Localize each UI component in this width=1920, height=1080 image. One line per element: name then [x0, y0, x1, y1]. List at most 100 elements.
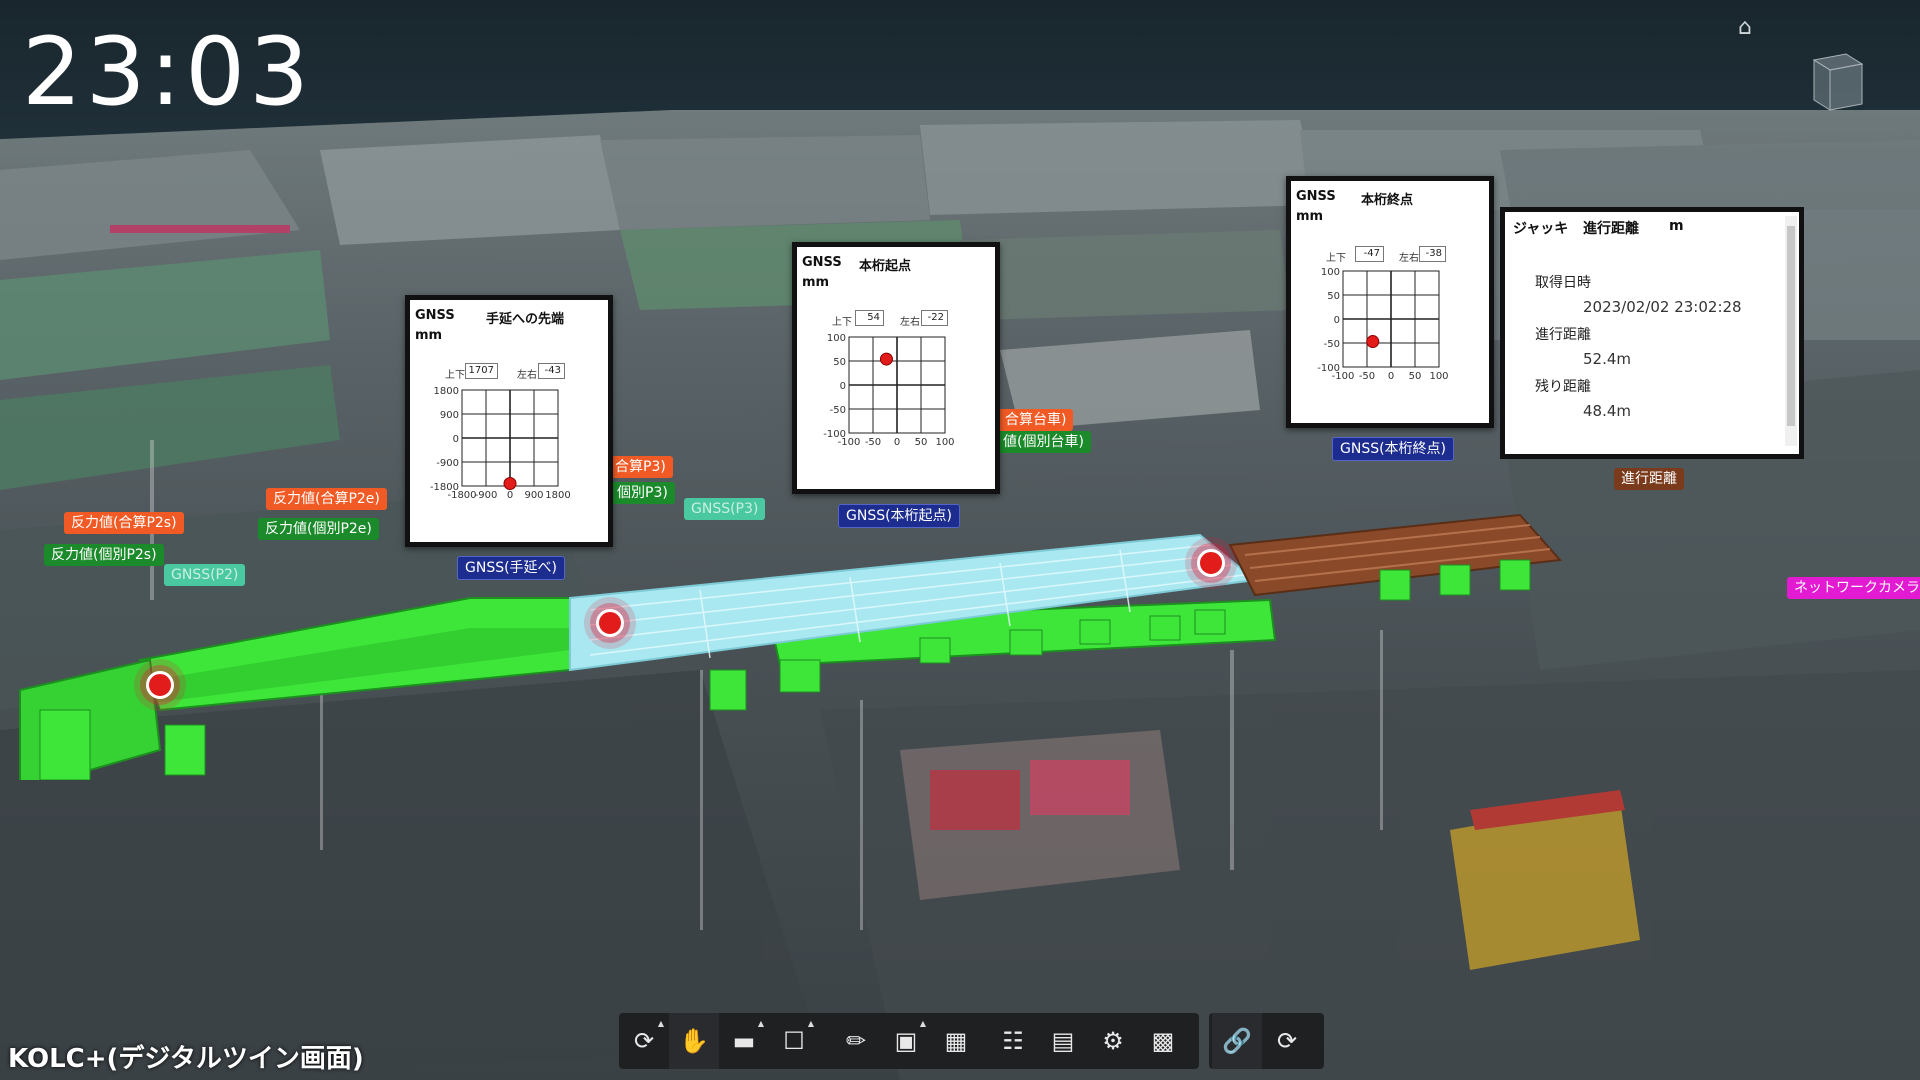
- gnss-marker-end[interactable]: [1197, 549, 1225, 577]
- y-tick-label: 50: [1327, 291, 1340, 302]
- acquired-value: 2023/02/02 23:02:28: [1583, 298, 1742, 316]
- acquired-label: 取得日時: [1535, 275, 1591, 291]
- x-tick-label: 0: [894, 437, 900, 448]
- gnss-panel-end[interactable]: GNSS 本桁終点 mm 上下 -47 左右 -38 100 50 0 -50 -100…: [1286, 176, 1494, 428]
- y-tick-label: 50: [833, 357, 846, 368]
- x-tick-label: -1800: [447, 490, 476, 501]
- clock: 23:03: [22, 18, 313, 127]
- camera-icon[interactable]: ▬ ▲: [719, 1013, 769, 1069]
- x-tick-label: -50: [1359, 371, 1375, 382]
- distance-value: 52.4m: [1583, 350, 1632, 368]
- panel-source: GNSS: [1296, 189, 1336, 204]
- panel-unit: mm: [802, 275, 830, 290]
- link-icon[interactable]: 🔗: [1212, 1013, 1262, 1069]
- y-tick-label: 100: [1321, 267, 1340, 278]
- deviation-chart-end: 100500-50-100-100 -50 0 50 100: [1317, 267, 1448, 382]
- measure-ruler-icon[interactable]: ✏: [831, 1013, 881, 1069]
- tag-network-camera[interactable]: ネットワークカメラ: [1787, 577, 1920, 599]
- panel-scrollbar-thumb[interactable]: [1787, 226, 1795, 426]
- panel-unit: mm: [1296, 209, 1324, 224]
- 3d-viewport[interactable]: 反力値(合算P2s) 反力値(個別P2s) GNSS(P2) 反力値(合算P2e…: [0, 0, 1920, 1080]
- zoom-region-icon[interactable]: ☐ ▲: [769, 1013, 819, 1069]
- y-tick-label: 100: [827, 333, 846, 344]
- model-tree-icon[interactable]: ☷: [988, 1013, 1038, 1069]
- x-tick-label: 0: [1388, 371, 1394, 382]
- y-tick-label: -50: [830, 405, 846, 416]
- lr-value: -38: [1419, 246, 1446, 262]
- deviation-point: [879, 352, 893, 366]
- distance-label: 進行距離: [1535, 327, 1591, 343]
- deviation-chart-start: 100500-50-100-100 -50 0 50 100: [823, 333, 954, 448]
- tag-cart-indiv[interactable]: 値(個別台車): [996, 431, 1091, 453]
- ud-label: 上下: [832, 317, 852, 328]
- panel-title: 手延への先端: [486, 312, 565, 327]
- x-tick-label: -100: [1332, 371, 1355, 382]
- orbit-icon[interactable]: ⟳ ▲: [619, 1013, 669, 1069]
- gnss-panel-start[interactable]: GNSS 本桁起点 mm 上下 54 左右 -22 100 50 0 -50 -100-…: [792, 242, 1000, 494]
- tag-p2e-indiv[interactable]: 反力値(個別P2e): [258, 518, 379, 540]
- jack-title: ジャッキ: [1513, 221, 1569, 237]
- lr-label: 左右: [1399, 253, 1419, 264]
- remaining-label: 残り距離: [1535, 379, 1591, 395]
- tag-cart-total[interactable]: 合算台車): [998, 409, 1074, 431]
- lr-label: 左右: [517, 370, 537, 381]
- settings-gear-icon[interactable]: ⚙: [1088, 1013, 1138, 1069]
- ud-value: -47: [1355, 246, 1384, 262]
- fullscreen-icon[interactable]: ▩: [1138, 1013, 1188, 1069]
- ud-value: 54: [855, 310, 884, 326]
- tag-gnss-tenen[interactable]: GNSS(手延べ): [457, 556, 566, 580]
- x-tick-label: 0: [507, 490, 513, 501]
- deviation-point: [1366, 335, 1380, 349]
- explode-model-icon[interactable]: ▦: [931, 1013, 981, 1069]
- y-tick-label: 0: [1334, 315, 1340, 326]
- toolbar-group-nav: ⟳ ▲ ✋ ▬ ▲ ☐ ▲: [619, 1013, 819, 1069]
- panel-source: GNSS: [802, 255, 842, 270]
- x-tick-label: -50: [865, 437, 881, 448]
- tag-jack-distance[interactable]: 進行距離: [1614, 468, 1684, 490]
- ud-label: 上下: [1326, 253, 1346, 264]
- lr-value: -43: [538, 363, 565, 379]
- tag-p3-indiv[interactable]: 個別P3): [610, 482, 675, 504]
- lr-value: -22: [921, 310, 948, 326]
- tag-gnss-p3[interactable]: GNSS(P3): [684, 498, 766, 520]
- tag-gnss-end[interactable]: GNSS(本桁終点): [1332, 437, 1455, 461]
- section-box-icon[interactable]: ▣ ▲: [881, 1013, 931, 1069]
- x-tick-label: 50: [915, 437, 928, 448]
- panel-unit: mm: [415, 328, 443, 343]
- y-tick-label: -50: [1324, 339, 1340, 350]
- toolbar-group-tools: ✏ ▣ ▲ ▦: [831, 1013, 981, 1069]
- x-tick-label: 50: [1409, 371, 1422, 382]
- home-icon[interactable]: ⌂: [1733, 16, 1757, 40]
- tag-gnss-p2[interactable]: GNSS(P2): [164, 564, 246, 586]
- x-tick-label: 100: [1429, 371, 1448, 382]
- pan-hand-icon[interactable]: ✋: [669, 1013, 719, 1069]
- screen-caption: KOLC+(デジタルツイン画面): [8, 1044, 364, 1074]
- panel-title: 本桁起点: [859, 259, 912, 274]
- tag-p2e-total[interactable]: 反力値(合算P2e): [266, 488, 387, 510]
- y-tick-label: 900: [440, 410, 459, 421]
- jack-subtitle: 進行距離: [1583, 221, 1639, 237]
- y-tick-label: 0: [840, 381, 846, 392]
- panel-title: 本桁終点: [1361, 193, 1414, 208]
- ud-value: 1707: [465, 363, 498, 379]
- properties-icon[interactable]: ▤: [1038, 1013, 1088, 1069]
- view-cube[interactable]: [1806, 50, 1866, 116]
- x-tick-label: -100: [838, 437, 861, 448]
- y-tick-label: 1800: [434, 386, 459, 397]
- x-tick-label: 100: [935, 437, 954, 448]
- gnss-panel-tenen[interactable]: GNSS 手延への先端 mm 上下 1707 左右 -43 1800 900 0 -9…: [405, 295, 613, 547]
- refresh-icon[interactable]: ⟳: [1262, 1013, 1312, 1069]
- gnss-marker-tenen[interactable]: [596, 609, 624, 637]
- tag-gnss-start[interactable]: GNSS(本桁起点): [838, 504, 961, 528]
- tag-p2s-total[interactable]: 反力値(合算P2s): [64, 512, 184, 534]
- toolbar-group-link: 🔗 ⟳: [1212, 1013, 1312, 1069]
- x-tick-label: 900: [524, 490, 543, 501]
- jack-distance-panel[interactable]: ジャッキ 進行距離 m 取得日時 2023/02/02 23:02:28 進行距…: [1500, 207, 1804, 459]
- x-tick-label: -900: [475, 490, 498, 501]
- tag-p3-total[interactable]: 合算P3): [608, 456, 673, 478]
- ud-label: 上下: [445, 370, 465, 381]
- tag-p2s-indiv[interactable]: 反力値(個別P2s): [44, 544, 164, 566]
- y-tick-label: 0: [453, 434, 459, 445]
- gnss-marker-p2[interactable]: [146, 671, 174, 699]
- panel-source: GNSS: [415, 308, 455, 323]
